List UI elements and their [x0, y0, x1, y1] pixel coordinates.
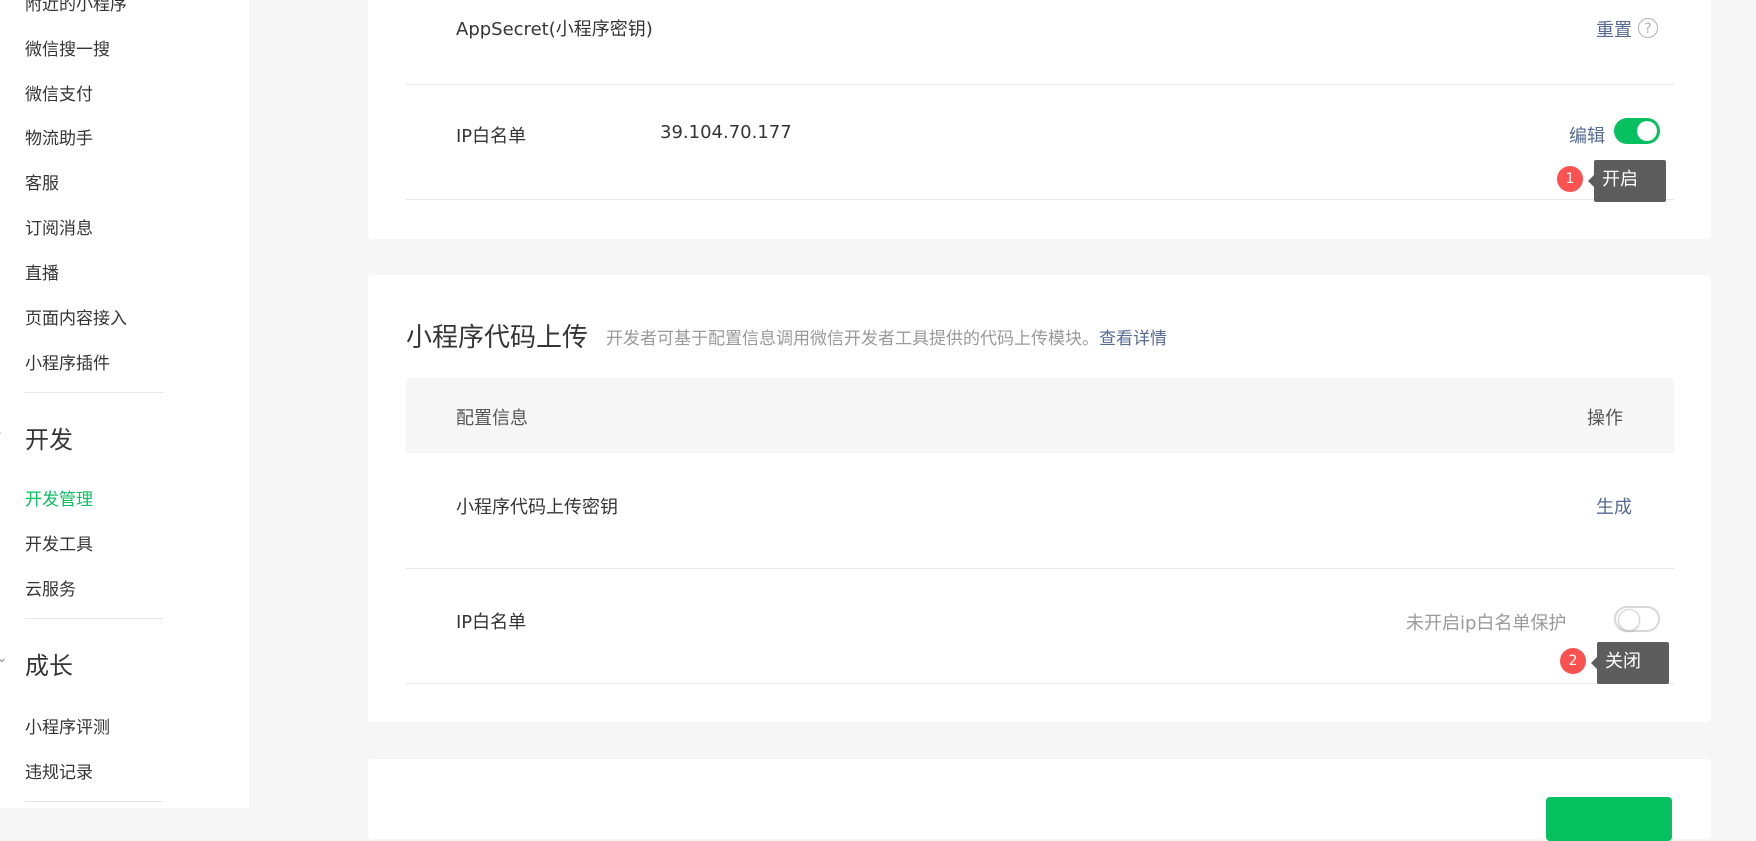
sidebar-item-nearby-miniprogram[interactable]: 附近的小程序 [25, 0, 127, 15]
description-text: 开发者可基于配置信息调用微信开发者工具提供的代码上传模块。 [606, 329, 1099, 349]
section-description: 开发者可基于配置信息调用微信开发者工具提供的代码上传模块。查看详情 [606, 324, 1167, 349]
ip-whitelist-toggle[interactable] [1614, 118, 1660, 144]
ip-whitelist-value: 39.104.70.177 [660, 122, 792, 143]
sidebar-item-violation-records[interactable]: 违规记录 [25, 758, 93, 783]
sidebar-item-customer-service[interactable]: 客服 [25, 169, 59, 194]
edit-button[interactable]: 编辑 [1569, 122, 1605, 148]
column-header-config: 配置信息 [456, 408, 528, 429]
upload-ip-whitelist-row: IP白名单 未开启ip白名单保护 2 关闭 [406, 568, 1674, 684]
step-badge: 1 [1557, 166, 1583, 192]
toggle-tooltip: 关闭 [1591, 642, 1669, 684]
sidebar-item-plugins[interactable]: 小程序插件 [25, 349, 110, 374]
help-icon[interactable]: ? [1638, 18, 1658, 38]
toggle-tooltip: 开启 [1588, 160, 1666, 202]
sidebar-item-subscribe-message[interactable]: 订阅消息 [25, 214, 93, 239]
dev-settings-card: AppSecret(小程序密钥) 重置 ? IP白名单 39.104.70.17… [368, 0, 1711, 239]
sidebar-item-page-content[interactable]: 页面内容接入 [25, 304, 127, 329]
ip-whitelist-status: 未开启ip白名单保护 [1406, 613, 1567, 634]
toggle-knob [1618, 609, 1640, 631]
ip-whitelist-row: IP白名单 39.104.70.177 编辑 1 开启 [406, 84, 1674, 202]
sidebar-section-dev[interactable]: 开发 [25, 420, 73, 455]
sidebar-item-evaluation[interactable]: 小程序评测 [25, 713, 110, 738]
sidebar-item-live[interactable]: 直播 [25, 259, 59, 284]
code-upload-card: 小程序代码上传 开发者可基于配置信息调用微信开发者工具提供的代码上传模块。查看详… [368, 275, 1711, 722]
chevron-right-icon: › [0, 425, 6, 441]
sidebar-item-wechat-search[interactable]: 微信搜一搜 [25, 35, 110, 60]
sidebar-nav: 附近的小程序 微信搜一搜 微信支付 物流助手 客服 订阅消息 直播 页面内容接入… [0, 0, 251, 808]
sidebar-divider [25, 392, 163, 393]
upload-ip-whitelist-toggle[interactable] [1614, 606, 1660, 632]
generate-button[interactable]: 生成 [1596, 493, 1632, 519]
appsecret-label: AppSecret(小程序密钥) [456, 19, 653, 40]
sidebar-item-logistics[interactable]: 物流助手 [25, 124, 93, 149]
appsecret-row: AppSecret(小程序密钥) 重置 ? [406, 0, 1674, 85]
sidebar-item-dev-management[interactable]: 开发管理 [25, 485, 93, 510]
sidebar-divider [25, 801, 163, 802]
sidebar-item-dev-tools[interactable]: 开发工具 [25, 530, 93, 555]
chevron-down-icon: ⌄ [0, 650, 8, 666]
reset-button[interactable]: 重置 [1596, 16, 1632, 42]
section-title: 小程序代码上传 [406, 323, 589, 353]
ip-whitelist-label: IP白名单 [456, 126, 527, 147]
step-badge: 2 [1560, 648, 1586, 674]
sidebar-section-growth[interactable]: 成长 [25, 646, 73, 681]
toggle-knob [1637, 121, 1657, 141]
next-section-card [368, 759, 1711, 841]
sidebar-item-cloud-service[interactable]: 云服务 [25, 575, 76, 600]
upload-key-label: 小程序代码上传密钥 [456, 497, 618, 518]
upload-ip-whitelist-label: IP白名单 [456, 612, 527, 633]
column-header-action: 操作 [1587, 408, 1623, 429]
sidebar-divider [25, 618, 163, 619]
upload-key-row: 小程序代码上传密钥 生成 [406, 453, 1674, 569]
sidebar-item-wechat-pay[interactable]: 微信支付 [25, 80, 93, 105]
table-header: 配置信息 操作 [406, 378, 1674, 453]
view-details-link[interactable]: 查看详情 [1099, 329, 1167, 349]
primary-button[interactable] [1546, 797, 1672, 841]
